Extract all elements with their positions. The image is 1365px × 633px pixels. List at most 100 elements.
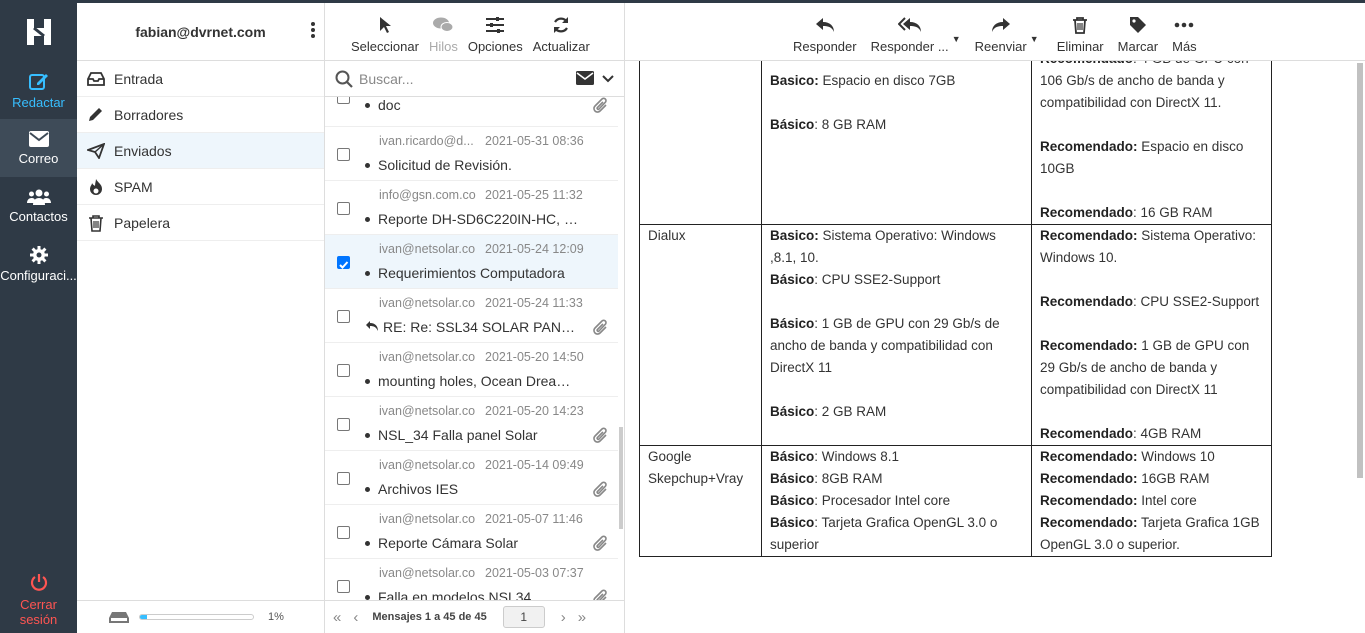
threads-button[interactable]: Hilos: [429, 16, 458, 54]
search-input[interactable]: Buscar...: [359, 71, 413, 87]
caret-down-icon[interactable]: ▼: [1030, 34, 1039, 44]
folder-spam[interactable]: SPAM: [77, 169, 324, 205]
page-number-input[interactable]: 1: [502, 606, 545, 628]
row-checkbox[interactable]: [337, 526, 350, 539]
list-item[interactable]: ivan@netsolar.co 2021-05-20 14:50 mounting…: [325, 343, 618, 397]
preview-scrollbar[interactable]: [1357, 63, 1363, 478]
list-item[interactable]: info@gsn.com.co 2021-05-25 11:32 Reporte D…: [325, 181, 618, 235]
refresh-button[interactable]: Actualizar: [533, 16, 590, 54]
label-bold: Recomendado:: [1040, 228, 1138, 243]
label-value: : Windows 8.1: [814, 449, 900, 464]
nav-compose[interactable]: Redactar: [0, 61, 77, 119]
software-cell: [639, 61, 762, 225]
attachment-icon: [593, 427, 607, 443]
options-button[interactable]: Opciones: [468, 16, 523, 54]
mark-button[interactable]: Marcar: [1118, 16, 1158, 54]
row-checkbox[interactable]: [337, 256, 350, 269]
row-checkbox[interactable]: [337, 418, 350, 431]
quota-footer: 1%: [77, 600, 324, 633]
row-checkbox[interactable]: [337, 97, 350, 104]
quota-bar: [139, 614, 254, 620]
folder-inbox[interactable]: Entrada: [77, 61, 324, 97]
label-bold: Recomendado: [1040, 294, 1134, 309]
folder-sent[interactable]: Enviados: [77, 133, 324, 169]
label-value: Windows 10: [1137, 449, 1215, 464]
row-checkbox[interactable]: [337, 580, 350, 593]
label-bold: Básico: [770, 404, 815, 419]
folder-label: Entrada: [114, 70, 164, 87]
reply-all-label: Responder ...: [870, 39, 949, 54]
first-page-icon[interactable]: «: [333, 609, 341, 626]
compose-icon: [28, 73, 48, 90]
reply-all-icon: [897, 17, 921, 32]
caret-down-icon[interactable]: ▼: [952, 34, 961, 44]
row-subject: NSL_34 Falla panel Solar: [365, 427, 580, 443]
label-value: : 2 GB RAM: [814, 404, 887, 419]
label-bold: Recomendado:: [1040, 338, 1138, 353]
label-value: : Procesador Intel core: [814, 493, 951, 508]
delete-button[interactable]: Eliminar: [1057, 16, 1104, 54]
list-item[interactable]: doc: [325, 97, 618, 127]
logout-button[interactable]: Cerrar sesión: [0, 573, 77, 627]
list-item[interactable]: ivan@netsolar.co 2021-05-03 07:37 Falla en…: [325, 559, 618, 600]
software-name: Dialux: [648, 228, 686, 243]
app-window: Redactar Correo Contactos Configuraci...…: [0, 0, 1365, 633]
folder-trash[interactable]: Papelera: [77, 205, 324, 241]
list-item[interactable]: ivan@netsolar.co 2021-05-20 14:23 NSL_34 F…: [325, 397, 618, 451]
list-scrollbar[interactable]: [619, 427, 623, 529]
select-button[interactable]: Seleccionar: [351, 16, 419, 54]
row-subject: mounting holes, Ocean Dream ...: [365, 373, 580, 389]
nav-contacts[interactable]: Contactos: [0, 177, 77, 235]
row-checkbox[interactable]: [337, 472, 350, 485]
search-bar[interactable]: Buscar...: [325, 61, 624, 97]
last-page-icon[interactable]: »: [578, 609, 586, 626]
list-item[interactable]: ivan@netsolar.co 2021-05-24 12:09 Requerim…: [325, 235, 618, 289]
list-item[interactable]: ivan@netsolar.co 2021-05-14 09:49 Archivos…: [325, 451, 618, 505]
basic-cell: Básico: Windows 8.1 Básico: 8GB RAM Básico…: [761, 445, 1032, 557]
quota-fill: [140, 615, 147, 619]
folder-drafts[interactable]: Borradores: [77, 97, 324, 133]
label-bold: Recomendado:: [1040, 449, 1138, 464]
kebab-menu-icon[interactable]: [310, 21, 316, 39]
recommended-cell: Recomendado: Windows 10 Recomendado: 16GB…: [1031, 445, 1272, 557]
message-body: Basico: Espacio en disco 7GB Básico: 8 GB…: [639, 61, 1347, 633]
row-from: ivan@netsolar.co: [379, 512, 476, 526]
label-value: 16GB RAM: [1137, 471, 1210, 486]
envelope-filter-icon[interactable]: [576, 71, 594, 85]
label-bold: Básico: [770, 316, 815, 331]
row-subject: Reporte Cámara Solar: [365, 535, 580, 551]
replied-icon: [366, 321, 378, 331]
cursor-icon: [379, 17, 391, 33]
row-subject: Requerimientos Computadora: [365, 265, 580, 281]
delete-label: Eliminar: [1056, 39, 1104, 54]
reply-button[interactable]: Responder: [793, 16, 857, 54]
label-bold: Basico:: [770, 73, 819, 88]
row-subject-text: Solicitud de Revisión.: [378, 157, 512, 173]
folder-label: Enviados: [114, 142, 172, 159]
list-item[interactable]: ivan.ricardo@d... 2021-05-31 08:36 Solicit…: [325, 127, 618, 181]
envelope-icon: [28, 130, 49, 147]
list-item[interactable]: ivan@netsolar.co 2021-05-24 11:33 RE: Re: …: [325, 289, 618, 343]
more-button[interactable]: Más: [1172, 16, 1197, 54]
row-subject-text: Archivos IES: [378, 481, 459, 497]
row-checkbox[interactable]: [337, 148, 350, 161]
prev-page-icon[interactable]: ‹: [353, 609, 358, 626]
row-date: 2021-05-24 11:33: [485, 296, 583, 310]
reply-label: Responder: [793, 39, 857, 54]
row-checkbox[interactable]: [337, 364, 350, 377]
row-checkbox[interactable]: [337, 202, 350, 215]
forward-button[interactable]: Reenviar ▼: [975, 16, 1039, 54]
chevron-down-icon[interactable]: [602, 71, 614, 85]
send-icon: [87, 142, 105, 159]
reply-all-button[interactable]: Responder ... ▼: [870, 16, 961, 54]
nav-mail[interactable]: Correo: [0, 119, 77, 177]
more-label: Más: [1172, 39, 1197, 54]
label-bold: Recomendado:: [1040, 471, 1138, 486]
row-from: ivan@netsolar.co: [379, 458, 476, 472]
label-value: : 4 GB de GPU con 106 Gb/s de ancho de b…: [1040, 61, 1249, 110]
nav-contacts-label: Contactos: [9, 208, 68, 224]
row-checkbox[interactable]: [337, 310, 350, 323]
next-page-icon[interactable]: ›: [561, 609, 566, 626]
list-item[interactable]: ivan@netsolar.co 2021-05-07 11:46 Reporte …: [325, 505, 618, 559]
nav-settings[interactable]: Configuraci...: [0, 235, 77, 293]
